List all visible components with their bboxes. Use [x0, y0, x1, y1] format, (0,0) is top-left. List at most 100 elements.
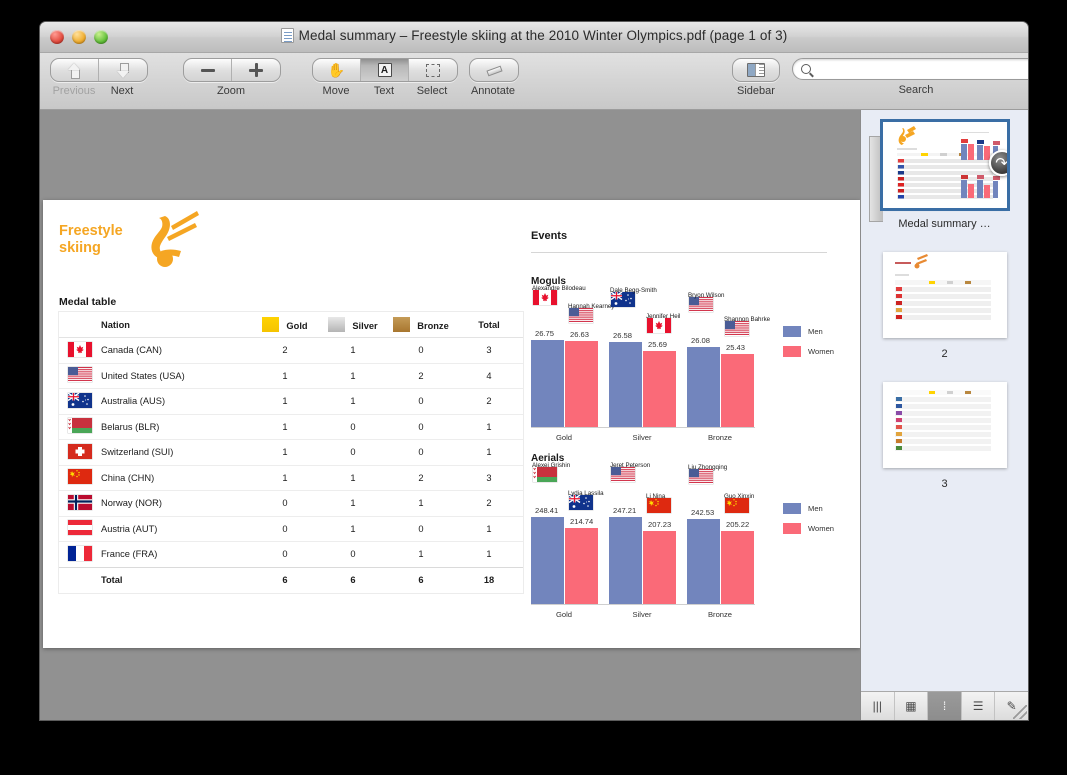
- legend-label-women: Women: [808, 347, 835, 356]
- grid-view-icon[interactable]: ▦: [895, 692, 929, 720]
- screen: Medal summary – Freestyle skiing at the …: [0, 0, 1067, 775]
- gold-cell: 1: [282, 370, 288, 381]
- flag-usa: [689, 297, 713, 317]
- thumbnail-page-3[interactable]: [882, 382, 1007, 468]
- sidebar-label: Sidebar: [737, 85, 775, 97]
- search-label: Search: [898, 84, 934, 96]
- athlete-men-gold: Alexandre Bilodeau: [532, 285, 586, 292]
- legend-item-women: Women: [783, 346, 834, 357]
- bar-women-bronze: [721, 531, 754, 605]
- nation-cell: United States (USA): [101, 370, 185, 381]
- value-men-silver: 247.21: [613, 506, 637, 515]
- x-label-gold: Gold: [555, 610, 573, 619]
- silver-cell: 1: [350, 498, 356, 509]
- annotate-button[interactable]: [470, 59, 518, 81]
- total-gold: 6: [282, 575, 288, 585]
- bronze-cell: 0: [418, 523, 424, 534]
- move-tool-button[interactable]: ✋: [313, 59, 361, 81]
- nation-cell: China (CHN): [101, 472, 155, 483]
- flag-australia: [569, 495, 593, 515]
- flag-china: [59, 465, 101, 491]
- flag-norway: [59, 491, 101, 517]
- annotate-label: Annotate: [470, 85, 516, 97]
- silver-cell: 1: [350, 472, 356, 483]
- value-women-silver: 207.23: [648, 520, 672, 529]
- move-label: Move: [322, 85, 350, 97]
- chart-baseline: [531, 604, 755, 605]
- flag-canada: [647, 318, 671, 338]
- bronze-cell: 1: [418, 549, 424, 560]
- thumbnail-item[interactable]: ↷ Medal summary …: [861, 119, 1028, 230]
- moguls-chart: Moguls 26.75 26.63 Alexandre Bilodeau Hannah…: [531, 276, 834, 446]
- document-canvas[interactable]: Freestyle skiing Medal table Nation Gold…: [40, 110, 860, 720]
- thumbnail-item[interactable]: 3: [861, 382, 1028, 490]
- bronze-cell: 1: [418, 498, 424, 509]
- previous-button[interactable]: [51, 59, 99, 81]
- resize-grip[interactable]: [1013, 705, 1027, 719]
- flag-usa: [689, 469, 713, 489]
- column-view-icon[interactable]: |||: [861, 692, 895, 720]
- silver-medal-swatch-icon: [328, 317, 346, 332]
- flag-china: [647, 498, 671, 518]
- table-row: Switzerland (SUI) 1 0 0 1: [59, 439, 523, 466]
- table-row: Norway (NOR) 0 1 1 2: [59, 490, 523, 517]
- bar-men-silver: [609, 342, 642, 428]
- annotate-group: Annotate: [469, 58, 519, 97]
- thumbnail-page-2[interactable]: [882, 252, 1007, 338]
- sidebar-icon: [747, 63, 765, 77]
- thumbnail-caption-3: 3: [941, 478, 948, 490]
- bar-men-bronze: [687, 347, 720, 428]
- thumbnail-page-1[interactable]: ↷: [879, 119, 1010, 211]
- table-row: Austria (AUT) 0 1 0 1: [59, 516, 523, 542]
- silver-cell: 0: [350, 549, 356, 560]
- flag-usa: [569, 308, 593, 328]
- content-area: Freestyle skiing Medal table Nation Gold…: [40, 110, 1028, 720]
- flag-switzerland: [59, 440, 101, 466]
- gold-medal-swatch-icon: [262, 317, 280, 332]
- sidebar-toggle-button[interactable]: [733, 59, 779, 81]
- legend-label-women: Women: [808, 524, 835, 533]
- chart-legend: Men Women: [783, 503, 834, 543]
- search-input[interactable]: [792, 58, 1028, 80]
- text-tool-button[interactable]: A: [361, 59, 409, 81]
- skier-pictogram-icon: [137, 210, 199, 273]
- search-group: Search: [792, 58, 1028, 96]
- bronze-cell: 0: [418, 447, 424, 458]
- total-cell: 1: [486, 421, 492, 432]
- select-tool-button[interactable]: [409, 59, 457, 81]
- gold-cell: 1: [282, 396, 288, 407]
- logo-line-1: Freestyle: [59, 223, 123, 239]
- value-women-bronze: 25.43: [726, 343, 746, 352]
- thumbnail-list[interactable]: ↷ Medal summary … 2 3: [861, 110, 1028, 690]
- title-bar: Medal summary – Freestyle skiing at the …: [40, 22, 1028, 53]
- value-men-gold: 248.41: [535, 506, 559, 515]
- zoom-out-button[interactable]: [184, 59, 232, 81]
- total-cell: 3: [486, 345, 492, 356]
- flag-canada: [59, 338, 101, 364]
- flag-france: [59, 542, 101, 568]
- thumbnail-item[interactable]: 2: [861, 252, 1028, 360]
- athlete-men-bronze: Liu Zhongqing: [688, 464, 728, 471]
- silver-cell: 1: [350, 345, 356, 356]
- thumbnail-caption-1: Medal summary …: [898, 218, 991, 230]
- hand-icon: ✋: [327, 62, 346, 78]
- chart-title: Aerials: [531, 453, 565, 464]
- select-label: Select: [416, 85, 448, 97]
- nation-cell: Norway (NOR): [101, 498, 162, 509]
- thumbnail-view-icon[interactable]: ⁞: [928, 692, 962, 720]
- gold-cell: 0: [282, 549, 288, 560]
- window-title: Medal summary – Freestyle skiing at the …: [40, 28, 1028, 43]
- table-row: Belarus (BLR) 1 0 0 1: [59, 414, 523, 440]
- flag-austria: [59, 516, 101, 542]
- binder-rings-icon: [869, 136, 883, 222]
- gold-cell: 1: [282, 472, 288, 483]
- zoom-in-button[interactable]: [232, 59, 280, 81]
- chart-baseline: [531, 427, 755, 428]
- x-label-silver: Silver: [632, 433, 652, 442]
- sidebar-group: Sidebar: [732, 58, 780, 97]
- outline-view-icon[interactable]: ☰: [962, 692, 996, 720]
- next-button[interactable]: [99, 59, 147, 81]
- legend-item-men: Men: [783, 503, 834, 514]
- table-row: United States (USA) 1 1 2 4: [59, 363, 523, 389]
- flag-australia: [59, 389, 101, 415]
